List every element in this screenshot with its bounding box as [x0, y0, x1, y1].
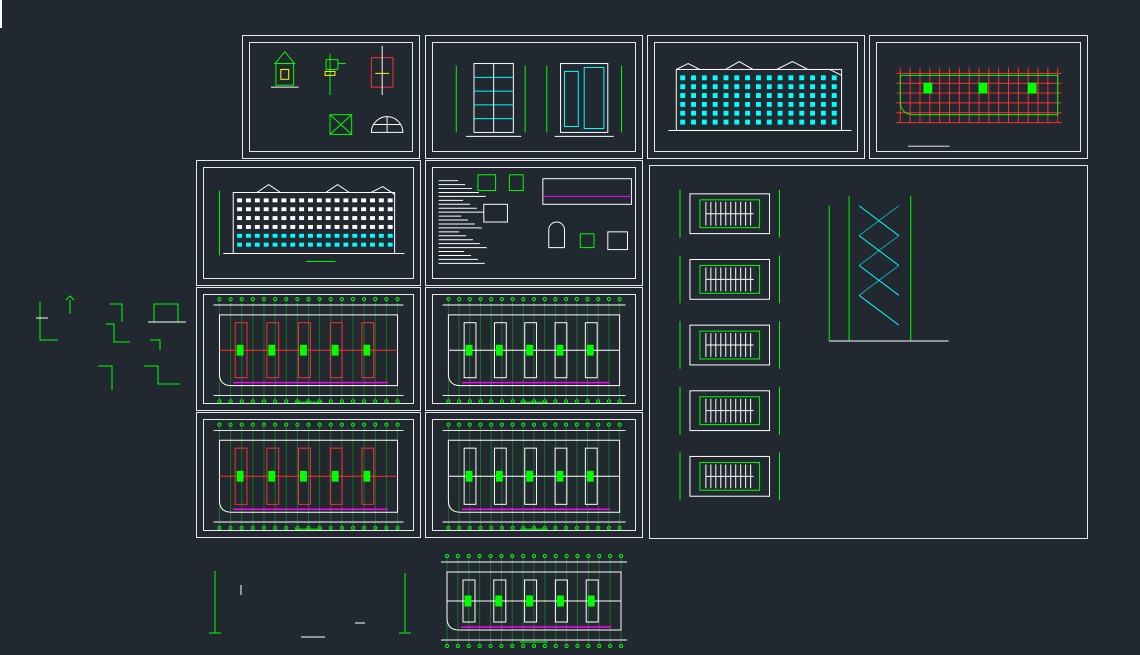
crosshair-cursor — [0, 0, 2, 28]
side-elevation-drawings — [455, 63, 623, 137]
sheet-details-top[interactable] — [242, 35, 420, 159]
floor-plan-drawing — [442, 422, 626, 531]
sheet-stairs[interactable] — [649, 165, 1088, 539]
floor-plan-drawing — [213, 297, 404, 404]
stair-plans-and-section — [679, 189, 949, 501]
roof-plan-drawing — [896, 67, 1062, 147]
sheet-plan-second[interactable] — [196, 412, 421, 538]
loose-elevation-fragments — [209, 571, 411, 638]
floor-plan-drawing — [441, 553, 627, 649]
rear-elevation-drawing — [218, 184, 405, 262]
notes-and-details — [438, 174, 632, 264]
cad-model-space[interactable]: { "app": { "view": "model-space" }, "col… — [0, 0, 1140, 655]
sheet-elevation-rear[interactable] — [196, 160, 421, 286]
front-elevation-drawing — [668, 61, 852, 131]
loose-detail-fragments — [36, 295, 186, 390]
sheet-plan-typical-2[interactable] — [425, 412, 643, 538]
sheet-elevation-front[interactable] — [647, 35, 865, 159]
floor-plan-drawing — [213, 422, 404, 531]
floor-plan-drawing — [442, 297, 626, 404]
sheet-plan-ground[interactable] — [196, 287, 421, 411]
sheet-plan-typical-1[interactable] — [425, 287, 643, 411]
sheet-plan-loose[interactable] — [425, 550, 643, 650]
detail-drawings — [270, 45, 404, 135]
sheet-elevation-side[interactable] — [425, 35, 643, 159]
sheet-roof-plan[interactable] — [869, 35, 1088, 159]
sheet-notes-details[interactable] — [425, 160, 643, 286]
